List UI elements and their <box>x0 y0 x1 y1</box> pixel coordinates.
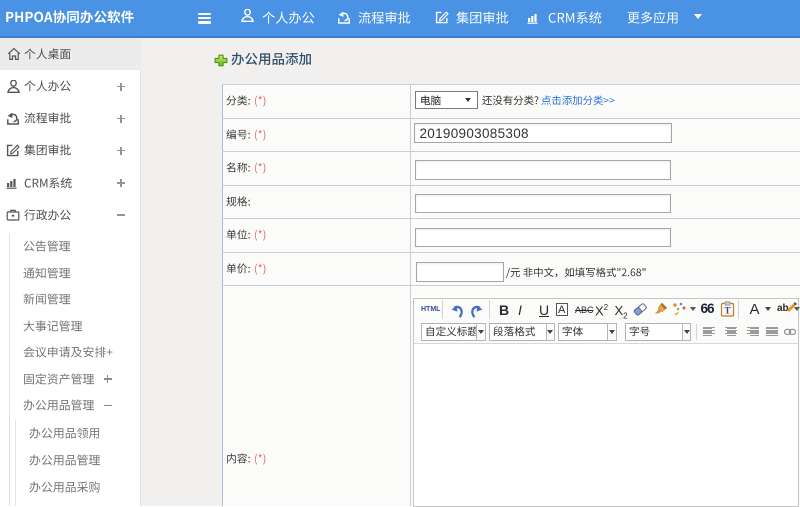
svg-text:T: T <box>724 306 730 316</box>
